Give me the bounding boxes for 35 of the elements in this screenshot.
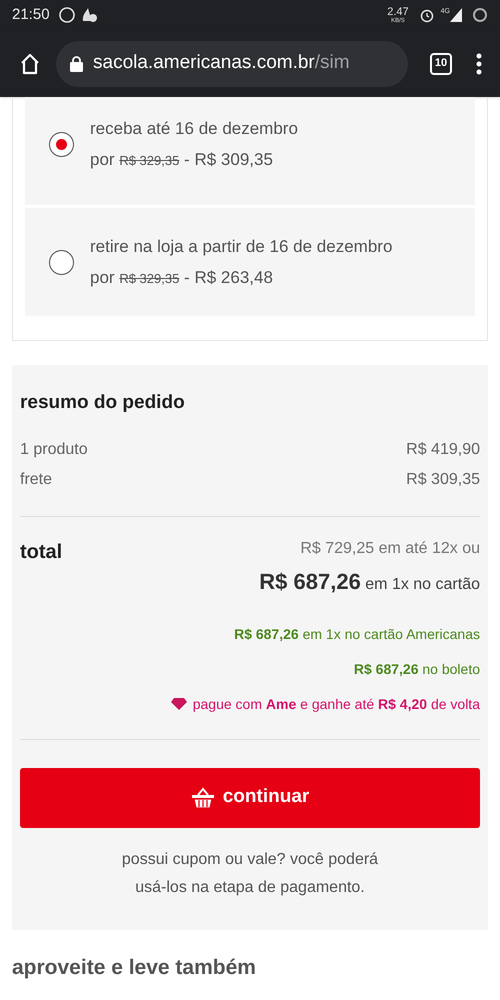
option-title: retire na loja a partir de 16 de dezembro xyxy=(90,236,392,258)
total-label: total xyxy=(20,540,62,564)
radio-button[interactable] xyxy=(49,250,74,274)
summary-label: frete xyxy=(20,470,52,490)
summary-title: resumo do pedido xyxy=(20,391,186,415)
gem-icon xyxy=(170,698,187,710)
total-price: R$ 687,26 em 1x no cartão xyxy=(259,568,480,596)
notification-icon xyxy=(58,6,76,24)
summary-value: R$ 309,35 xyxy=(406,470,480,490)
alarm-icon xyxy=(418,7,435,23)
clock: 21:50 xyxy=(12,4,50,25)
summary-value: R$ 419,90 xyxy=(406,440,480,460)
option-price: por R$ 329,35 - R$ 263,48 xyxy=(90,267,274,289)
loading-icon xyxy=(472,7,488,23)
coupon-note: possui cupom ou vale? você poderá xyxy=(122,850,378,870)
menu-icon[interactable] xyxy=(476,52,482,74)
tab-count[interactable]: 10 xyxy=(430,52,452,74)
delivery-option[interactable]: receba até 16 de dezembro por R$ 329,35 - R$ 309,35 xyxy=(25,97,475,205)
section-title: aproveite e leve também xyxy=(12,956,256,978)
cashback-offer: pague com Ame e ganhe até R$ 4,20 de volta xyxy=(192,694,480,714)
radio-button[interactable] xyxy=(49,132,74,156)
payment-offer: R$ 687,26 no boleto xyxy=(354,660,480,678)
option-title: receba até 16 de dezembro xyxy=(90,118,298,140)
coupon-note: usá-los na etapa de pagamento. xyxy=(135,878,365,898)
payment-offer: R$ 687,26 em 1x no cartão Americanas xyxy=(234,624,480,644)
lock-icon xyxy=(70,56,83,72)
basket-icon xyxy=(190,786,215,808)
option-price: por R$ 329,35 - R$ 309,35 xyxy=(90,149,274,171)
installments-text: R$ 729,25 em até 12x ou xyxy=(300,538,480,558)
url-text: sacola.americanas.com.br/sim xyxy=(93,51,350,76)
delivery-option[interactable]: retire na loja a partir de 16 de dezembro por R$ 329,35 - R$ 263,48 xyxy=(25,208,475,316)
continue-button[interactable]: continuar xyxy=(20,768,480,828)
address-bar[interactable]: sacola.americanas.com.br/sim xyxy=(56,40,408,86)
signal-icon xyxy=(450,8,462,22)
summary-label: 1 produto xyxy=(20,440,88,460)
